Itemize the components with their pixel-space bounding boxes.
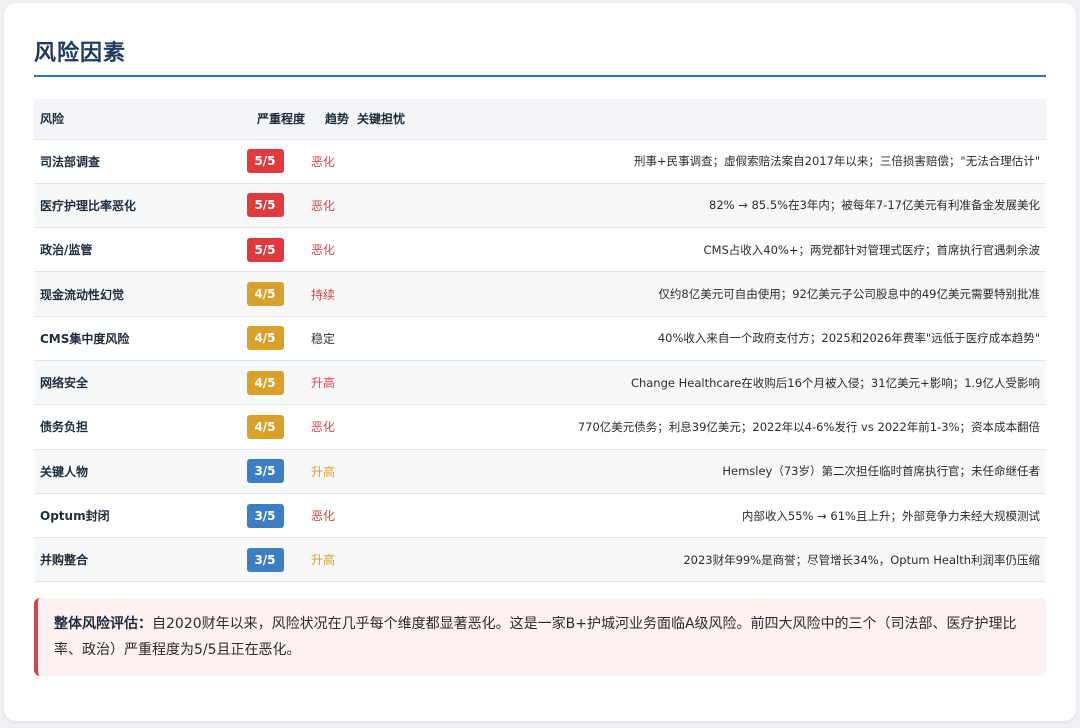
severity-cell: 4/5 (219, 360, 305, 404)
trend-label: 持续 (311, 287, 336, 302)
page-title: 风险因素 (34, 41, 127, 66)
title-divider (34, 75, 1046, 77)
header-trend: 趋势 (324, 112, 349, 127)
severity-badge: 3/5 (246, 547, 284, 572)
severity-cell: 4/5 (219, 405, 305, 449)
severity-badge: 5/5 (246, 237, 284, 262)
header-severity: 严重程度 (256, 112, 305, 127)
risk-factors-card: 风险因素 风险 严重程度 趋势 关键担忧 司法部调查 5/5 恶化 刑事+民事调查；虚… (4, 3, 1076, 721)
severity-cell: 3/5 (219, 449, 305, 493)
risk-name: Optum封闭 (40, 509, 110, 524)
risk-name: 医疗护理比率恶化 (40, 198, 137, 213)
severity-cell: 3/5 (219, 538, 305, 582)
table-row: 网络安全 4/5 升高 Change Healthcare在收购后16个月被入侵；31… (34, 360, 1046, 405)
severity-badge: 4/5 (246, 326, 284, 351)
severity-cell: 5/5 (219, 183, 305, 227)
key-concern: 刑事+民事调查；虚假索赔法案自2017年以来；三倍损害赔偿；"无法合理估计" (634, 154, 1040, 169)
risk-name: 政治/监管 (40, 243, 93, 258)
severity-cell: 4/5 (219, 316, 305, 360)
key-concern: 40%收入来自一个政府支付方；2025和2026年费率"远低于医疗成本趋势" (657, 331, 1040, 346)
severity-badge: 5/5 (246, 193, 284, 218)
table-row: 现金流动性幻觉 4/5 持续 仅约8亿美元可自由使用；92亿美元子公司股息中的49亿美… (34, 271, 1046, 317)
severity-cell: 5/5 (219, 139, 305, 183)
table-header-row: 风险 严重程度 趋势 关键担忧 (34, 99, 1046, 139)
trend-label: 升高 (311, 553, 336, 568)
risk-name: 关键人物 (40, 464, 89, 479)
risk-name: 网络安全 (40, 376, 89, 391)
table-row: 关键人物 3/5 升高 Hemsley（73岁）第二次担任临时首席执行官；未任命继任者 (34, 449, 1046, 494)
key-concern: 2023财年99%是商誉；尽管增长34%，Optum Health利润率仍压缩 (683, 552, 1040, 567)
trend-label: 恶化 (311, 198, 336, 213)
key-concern: Hemsley（73岁）第二次担任临时首席执行官；未任命继任者 (722, 464, 1040, 479)
risk-name: 债务负担 (40, 420, 89, 435)
trend-label: 恶化 (311, 509, 336, 524)
table-row: 司法部调查 5/5 恶化 刑事+民事调查；虚假索赔法案自2017年以来；三倍损害赔偿；… (34, 139, 1046, 183)
risk-name: 现金流动性幻觉 (40, 287, 125, 302)
severity-cell: 5/5 (219, 228, 305, 272)
header-concern: 关键担忧 (357, 112, 406, 127)
summary-text: 自2020财年以来，风险状况在几乎每个维度都显著恶化。这是一家B+护城河业务面临… (54, 616, 1017, 658)
overall-risk-summary: 整体风险评估：自2020财年以来，风险状况在几乎每个维度都显著恶化。这是一家B+… (34, 598, 1046, 676)
table-row: 债务负担 4/5 恶化 770亿美元债务；利息39亿美元；2022年以4-6%发行 v… (34, 404, 1046, 449)
risk-table: 风险 严重程度 趋势 关键担忧 司法部调查 5/5 恶化 刑事+民事调查；虚假索赔法案… (34, 99, 1046, 582)
table-row: CMS集中度风险 4/5 稳定 40%收入来自一个政府支付方；2025和2026年费率… (34, 316, 1046, 360)
table-row: 政治/监管 5/5 恶化 CMS占收入40%+；两党都针对管理式医疗；首席执行官遇刺余… (34, 227, 1046, 272)
severity-cell: 4/5 (219, 272, 305, 316)
trend-label: 恶化 (311, 420, 336, 435)
table-row: 并购整合 3/5 升高 2023财年99%是商誉；尽管增长34%，Optum Heal… (34, 537, 1046, 582)
key-concern: CMS占收入40%+；两党都针对管理式医疗；首席执行官遇刺余波 (703, 242, 1040, 257)
table-row: 医疗护理比率恶化 5/5 恶化 82% → 85.5%在3年内；被每年7-17亿美元有… (34, 183, 1046, 228)
severity-badge: 3/5 (246, 459, 284, 484)
table-row: Optum封闭 3/5 恶化 内部收入55% → 61%且上升；外部竞争力未经大规模测… (34, 493, 1046, 537)
key-concern: 82% → 85.5%在3年内；被每年7-17亿美元有利准备金发展美化 (709, 198, 1040, 213)
risk-name: CMS集中度风险 (40, 331, 130, 346)
severity-badge: 4/5 (246, 282, 284, 307)
key-concern: 770亿美元债务；利息39亿美元；2022年以4-6%发行 vs 2022年前1… (577, 419, 1040, 434)
key-concern: Change Healthcare在收购后16个月被入侵；31亿美元+影响；1.… (630, 375, 1040, 390)
severity-cell: 3/5 (219, 493, 305, 537)
severity-badge: 3/5 (246, 503, 284, 528)
severity-badge: 4/5 (246, 414, 284, 439)
risk-name: 并购整合 (40, 553, 89, 568)
summary-label: 整体风险评估： (54, 616, 152, 632)
severity-badge: 4/5 (246, 370, 284, 395)
trend-label: 升高 (311, 464, 336, 479)
trend-label: 稳定 (311, 331, 336, 346)
header-risk: 风险 (40, 112, 65, 127)
key-concern: 仅约8亿美元可自由使用；92亿美元子公司股息中的49亿美元需要特别批准 (658, 287, 1040, 302)
risk-name: 司法部调查 (40, 154, 101, 169)
trend-label: 恶化 (311, 154, 336, 169)
trend-label: 升高 (311, 376, 336, 391)
key-concern: 内部收入55% → 61%且上升；外部竞争力未经大规模测试 (741, 508, 1040, 523)
trend-label: 恶化 (311, 243, 336, 258)
severity-badge: 5/5 (246, 149, 284, 174)
